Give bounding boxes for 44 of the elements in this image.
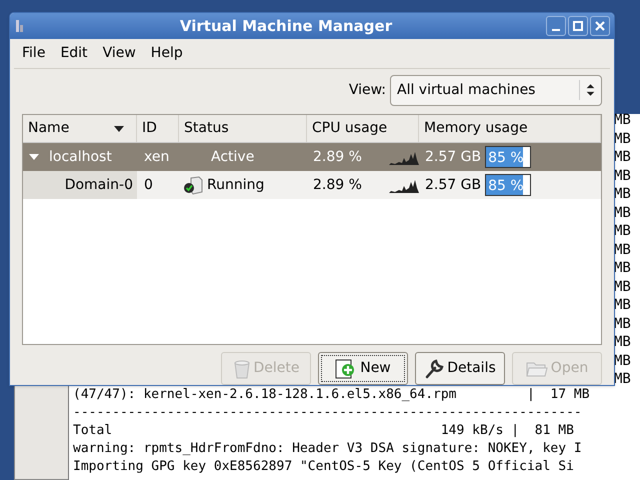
new-button[interactable]: New [318, 352, 408, 385]
minimize-icon [552, 28, 560, 30]
memory-percent: 85 % [488, 177, 524, 196]
vm-id: xen [143, 148, 170, 166]
close-icon [595, 21, 605, 31]
minimize-button[interactable] [546, 16, 566, 36]
column-header[interactable]: CPU usage [307, 115, 419, 142]
window-title: Virtual Machine Manager [178, 16, 394, 37]
cpu-usage: 2.89 % [313, 148, 363, 166]
menu-item[interactable]: File [22, 43, 46, 64]
vm-row[interactable]: Domain-0 0 Running 2.89 % 2.57 GB 85 % [23, 171, 601, 199]
terminal-line: Total 149 kB/s | 81 MB [73, 422, 575, 440]
menu-item[interactable]: Edit [60, 43, 88, 64]
vm-status: Running [207, 176, 264, 194]
terminal-line: warning: rpmts_HdrFromFdno: Header V3 DSA signature: NOKEY, key I [73, 440, 583, 458]
vm-id: 0 [143, 176, 154, 194]
maximize-icon [573, 21, 583, 31]
menu-item[interactable]: Help [150, 43, 183, 64]
app-icon [14, 18, 26, 34]
view-label: View: [348, 80, 386, 100]
cpu-usage: 2.89 % [313, 176, 363, 194]
vm-row[interactable]: localhost xen Active 2.89 % 2.57 GB 85 % [23, 143, 601, 171]
memory-usage: 2.57 GB [425, 176, 482, 194]
running-vm-icon [183, 175, 203, 195]
folder-icon [526, 360, 548, 378]
terminal-line: (47/47): kernel-xen-2.6.18-128.1.6.el5.x86_64.rpm | 17 MB [73, 386, 590, 404]
column-header[interactable]: ID [137, 115, 179, 142]
close-button[interactable] [590, 16, 610, 36]
vm-name: localhost [49, 148, 112, 166]
vm-status: Active [210, 148, 254, 166]
column-header[interactable]: Status [179, 115, 307, 142]
view-dropdown[interactable]: All virtual machines [390, 74, 602, 106]
column-header[interactable]: Name [23, 115, 137, 142]
terminal-line: ----------------------------------------------------------------- [73, 404, 583, 422]
memory-percent: 85 % [488, 149, 524, 168]
menu-item[interactable]: View [102, 43, 136, 64]
wrench-icon [424, 358, 444, 378]
trash-icon [232, 358, 250, 378]
memory-usage: 2.57 GB [425, 148, 482, 166]
vm-name: Domain-0 [64, 176, 133, 194]
column-header[interactable]: Memory usage [419, 115, 601, 142]
details-button[interactable]: Details [415, 352, 505, 385]
maximize-button[interactable] [568, 16, 588, 36]
terminal-line: Importing GPG key 0xE8562897 "CentOS-5 Key (CentOS 5 Official Si [73, 458, 575, 476]
